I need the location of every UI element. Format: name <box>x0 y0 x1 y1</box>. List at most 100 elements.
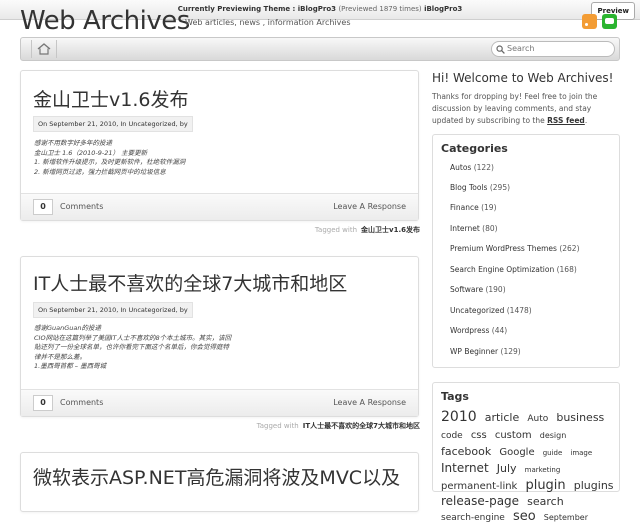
tag-link[interactable]: July <box>497 462 517 475</box>
chat-icon[interactable] <box>602 14 617 29</box>
tag-link[interactable]: search <box>527 495 564 508</box>
category-name: Wordpress <box>450 326 490 335</box>
category-name: Search Engine Optimization <box>450 265 555 274</box>
home-button[interactable] <box>31 40 57 58</box>
tag-link[interactable]: guide <box>543 449 563 457</box>
category-link-blog-tools[interactable]: Blog Tools (295) <box>450 183 510 192</box>
tag-link[interactable]: Internet <box>441 461 489 475</box>
tagged-label: Tagged with <box>314 226 358 234</box>
post-title[interactable]: IT人士最不喜欢的全球7大城市和地区 <box>33 269 347 296</box>
tag-link[interactable]: plugin <box>525 478 565 493</box>
category-count: (168) <box>556 265 577 274</box>
tag-link[interactable]: marketing <box>525 466 561 474</box>
excerpt-line: CIO网站在这篇列举了美国IT人士不喜欢的8个本土城市。其实，该回 <box>34 333 232 342</box>
rss-feed-link[interactable]: RSS feed <box>547 116 585 125</box>
comment-count[interactable]: 0 <box>33 199 53 215</box>
categories-title: Categories <box>441 142 508 155</box>
tags-widget: Tags 2010 article Auto business code css… <box>432 382 620 523</box>
welcome-end: . <box>584 116 588 125</box>
post-excerpt: 感谢GuanGuan的投递 CIO网站在这篇列举了美国IT人士不喜欢的8个本土城… <box>34 324 294 372</box>
tag-link[interactable]: release-page <box>441 494 519 508</box>
category-count: (129) <box>500 347 521 356</box>
preview-label: Currently Previewing Theme : <box>177 5 296 13</box>
category-name: Blog Tools <box>450 183 488 192</box>
post-excerpt: 感谢不用数字好多年的投递 金山卫士 1.6（2010-9-21） 主要更新 1.… <box>34 139 294 177</box>
tag-link[interactable]: business <box>556 411 604 424</box>
rss-icon[interactable] <box>582 14 597 29</box>
category-link-uncategorized[interactable]: Uncategorized (1478) <box>450 306 532 315</box>
tag-link[interactable]: image <box>570 449 592 457</box>
search-input[interactable]: Search <box>491 41 615 57</box>
category-link-finance[interactable]: Finance (19) <box>450 203 497 212</box>
category-link-autos[interactable]: Autos (122) <box>450 163 494 172</box>
search-icon <box>496 45 505 54</box>
tag-link[interactable]: search-engine <box>441 513 505 523</box>
tag-link[interactable]: permanent-link <box>441 481 517 492</box>
post-card: IT人士最不喜欢的全球7大城市和地区 On September 21, 2010… <box>20 256 419 417</box>
comments-link[interactable]: Comments <box>60 398 103 407</box>
post-meta: On September 21, 2010, In Uncategorized,… <box>33 116 193 132</box>
tag-link[interactable]: 2010 <box>441 409 477 425</box>
tag-link[interactable]: custom <box>495 430 532 441</box>
excerpt-line: 感谢不用数字好多年的投递 <box>34 139 112 147</box>
excerpt-line: 金山卫士 1.6（2010-9-21） 主要更新 <box>34 148 148 157</box>
excerpt-line: 1. 新增软件升级提示，及时更新软件，杜绝软件漏洞 <box>34 158 186 166</box>
tag-link[interactable]: article <box>485 411 520 424</box>
tag-link[interactable]: plugins <box>574 479 614 492</box>
post-tags: Tagged with 金山卫士v1.6发布 <box>315 225 420 235</box>
post-footer: 0 Comments Leave A Response <box>21 389 418 416</box>
tag-link[interactable]: September <box>544 513 588 522</box>
category-count: (295) <box>489 183 511 192</box>
category-count: (262) <box>559 244 580 253</box>
tag-link[interactable]: css <box>471 430 487 441</box>
welcome-text: Thanks for dropping by! Feel free to joi… <box>432 91 622 127</box>
tag-link[interactable]: code <box>441 431 463 441</box>
category-link-internet[interactable]: Internet (80) <box>450 224 498 233</box>
category-name: Internet <box>450 224 480 233</box>
post-tag-link[interactable]: 金山卫士v1.6发布 <box>361 226 420 234</box>
leave-response-link[interactable]: Leave A Response <box>333 398 406 407</box>
post-card: 金山卫士v1.6发布 On September 21, 2010, In Unc… <box>20 70 419 221</box>
excerpt-line: 感谢GuanGuan的投递 <box>34 324 102 332</box>
tag-link[interactable]: facebook <box>441 445 491 458</box>
category-count: (19) <box>481 203 497 212</box>
post-footer: 0 Comments Leave A Response <box>21 193 418 220</box>
preview-theme-name[interactable]: iBlogPro3 <box>298 5 336 13</box>
leave-response-link[interactable]: Leave A Response <box>333 202 406 211</box>
post-title[interactable]: 金山卫士v1.6发布 <box>33 85 188 112</box>
tags-title: Tags <box>441 390 469 403</box>
site-title[interactable]: Web Archives <box>20 6 190 36</box>
category-link-software[interactable]: Software (190) <box>450 285 506 294</box>
post-card: 微软表示ASP.NET高危漏洞将波及MVC以及 <box>20 452 419 512</box>
search-placeholder: Search <box>507 44 535 53</box>
tag-link[interactable]: seo <box>513 509 536 524</box>
category-name: Premium WordPress Themes <box>450 244 557 253</box>
category-link-seo[interactable]: Search Engine Optimization (168) <box>450 265 577 274</box>
category-name: WP Beginner <box>450 347 499 356</box>
home-icon <box>37 43 51 55</box>
excerpt-line: 2. 新增网页过滤，强力拦截网页中的垃圾信息 <box>34 167 166 176</box>
category-name: Autos <box>450 163 472 172</box>
tag-link[interactable]: design <box>540 431 567 440</box>
excerpt-line: 1.墨西哥首都 – 墨西哥城 <box>34 362 107 370</box>
category-count: (44) <box>491 326 508 335</box>
category-link-wordpress[interactable]: Wordpress (44) <box>450 326 507 335</box>
tagged-label: Tagged with <box>256 422 299 430</box>
post-title[interactable]: 微软表示ASP.NET高危漏洞将波及MVC以及 <box>33 463 400 490</box>
excerpt-line: 律并不是那么差。 <box>34 352 86 361</box>
tag-link[interactable]: Google <box>499 447 534 458</box>
categories-widget: Categories Autos (122) Blog Tools (295) … <box>432 134 620 368</box>
post-tag-link[interactable]: IT人士最不喜欢的全球7大城市和地区 <box>303 422 420 430</box>
preview-count: (Previewed 1879 times) <box>338 5 422 13</box>
category-count: (122) <box>473 163 494 172</box>
category-count: (1478) <box>506 306 532 315</box>
comment-count[interactable]: 0 <box>33 395 53 411</box>
preview-theme-name-repeat: iBlogPro3 <box>424 5 463 13</box>
comments-link[interactable]: Comments <box>60 202 103 211</box>
category-link-wp-beginner[interactable]: WP Beginner (129) <box>450 347 521 356</box>
category-name: Finance <box>450 203 479 212</box>
main-navbar: Search <box>20 37 620 61</box>
category-link-premium-wordpress-themes[interactable]: Premium WordPress Themes (262) <box>450 244 580 253</box>
tag-link[interactable]: Auto <box>527 414 548 424</box>
tag-cloud: 2010 article Auto business code css cust… <box>441 409 617 525</box>
